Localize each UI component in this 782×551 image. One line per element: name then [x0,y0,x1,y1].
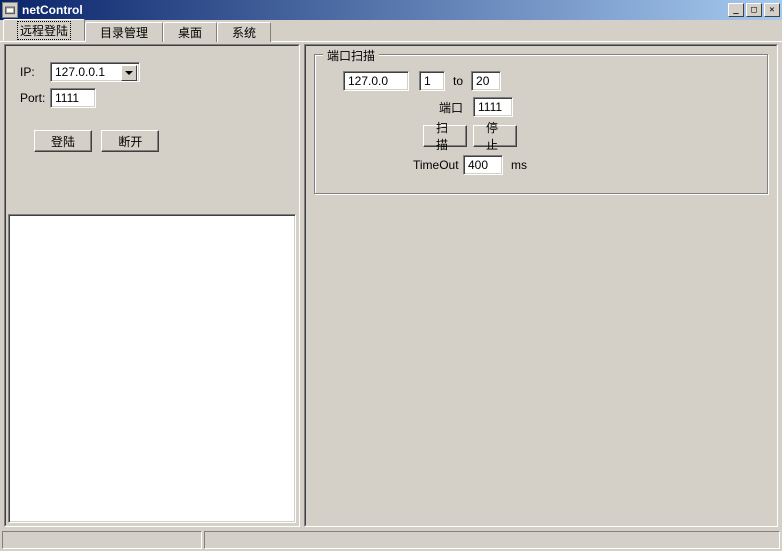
right-panel: 端口扫描 127.0.0 1 to 20 端口 1111 扫描 停止 TimeO… [304,44,778,527]
app-icon [2,2,18,18]
ip-value: 127.0.0.1 [55,65,105,79]
tab-desktop[interactable]: 桌面 [163,22,217,42]
minimize-button[interactable]: _ [728,3,744,17]
scan-button[interactable]: 扫描 [423,125,467,147]
scan-ip-input[interactable]: 127.0.0 [343,71,409,91]
to-label: to [453,74,463,88]
port-scan-group: 端口扫描 127.0.0 1 to 20 端口 1111 扫描 停止 TimeO… [314,54,768,194]
scan-port-to-input[interactable]: 20 [471,71,501,91]
tab-directory-management[interactable]: 目录管理 [85,22,163,42]
log-listbox[interactable] [8,214,296,523]
port-label: Port: [20,91,50,105]
login-button[interactable]: 登陆 [34,130,92,152]
status-bar [0,529,782,551]
disconnect-button[interactable]: 断开 [101,130,159,152]
chevron-down-icon[interactable] [121,65,137,81]
scan-port-input[interactable]: 1111 [473,97,513,117]
title-bar: netControl _ □ ✕ [0,0,782,20]
scan-port-from-input[interactable]: 1 [419,71,445,91]
tab-system[interactable]: 系统 [217,22,271,42]
timeout-label: TimeOut [413,158,463,172]
ip-combo[interactable]: 127.0.0.1 [50,62,140,82]
tab-remote-login[interactable]: 远程登陆 [3,19,85,41]
window-title: netControl [22,3,728,17]
timeout-unit: ms [511,158,527,172]
port-label: 端口 [439,99,469,116]
port-scan-legend: 端口扫描 [323,47,379,64]
tab-strip: 远程登陆 目录管理 桌面 系统 [0,20,782,42]
status-pane-1 [2,531,202,549]
status-pane-2 [204,531,780,549]
left-panel: IP: 127.0.0.1 Port: 1111 登陆 断开 [4,44,300,527]
port-value: 1111 [55,91,79,105]
timeout-input[interactable]: 400 [463,155,503,175]
port-input[interactable]: 1111 [50,88,96,108]
close-button[interactable]: ✕ [764,3,780,17]
stop-button[interactable]: 停止 [473,125,517,147]
maximize-button[interactable]: □ [746,3,762,17]
ip-label: IP: [20,65,50,79]
